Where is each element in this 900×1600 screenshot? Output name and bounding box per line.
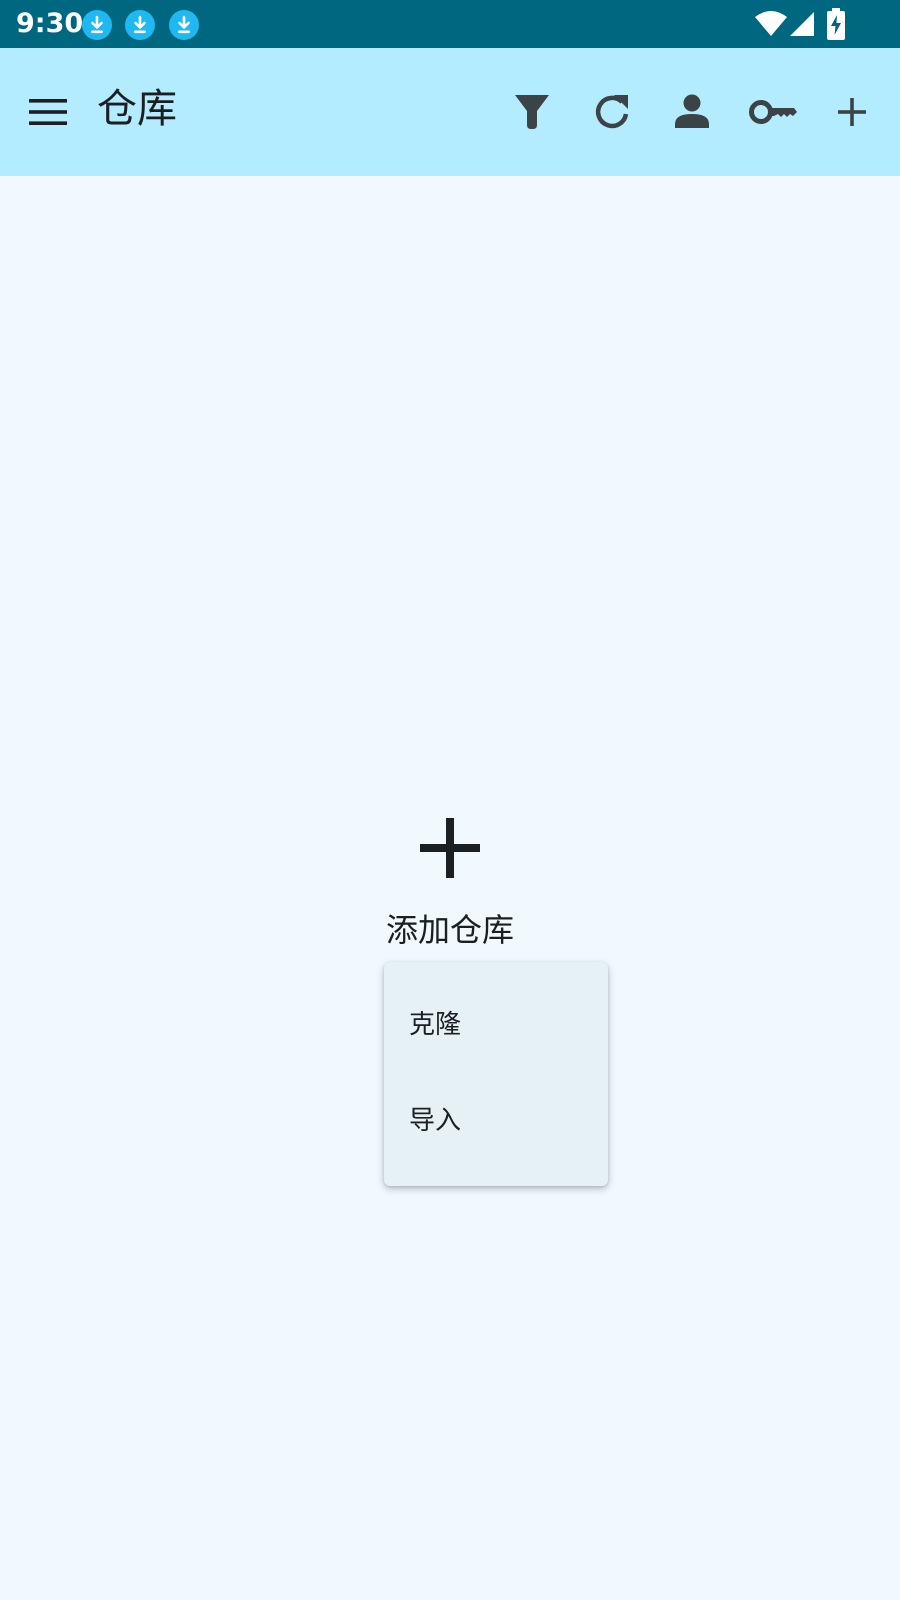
add-icon[interactable] [824,84,880,140]
status-time: 9:30 [16,8,84,39]
download-icon [82,10,112,40]
person-icon[interactable] [664,84,720,140]
download-icon [169,10,199,40]
cell-signal-icon [790,12,814,36]
filter-icon[interactable] [504,84,560,140]
menu-item-label: 导入 [409,1106,462,1136]
download-icon [125,10,155,40]
wifi-icon [755,11,787,36]
menu-item-label: 克隆 [409,1010,462,1040]
battery-charging-icon [827,8,845,40]
add-icon [420,818,480,878]
add-repository-menu: 克隆 导入 [384,962,608,1186]
menu-item-import[interactable]: 导入 [384,1073,608,1169]
status-bar: 9:30 [0,0,900,48]
key-icon[interactable] [744,84,800,140]
add-repository-button[interactable]: 添加仓库 [370,818,530,958]
app-bar: 仓库 [0,48,900,176]
page-title: 仓库 [97,86,177,132]
add-repository-label: 添加仓库 [385,911,514,949]
menu-icon[interactable] [20,84,76,140]
refresh-icon[interactable] [584,84,640,140]
menu-item-clone[interactable]: 克隆 [384,977,608,1073]
